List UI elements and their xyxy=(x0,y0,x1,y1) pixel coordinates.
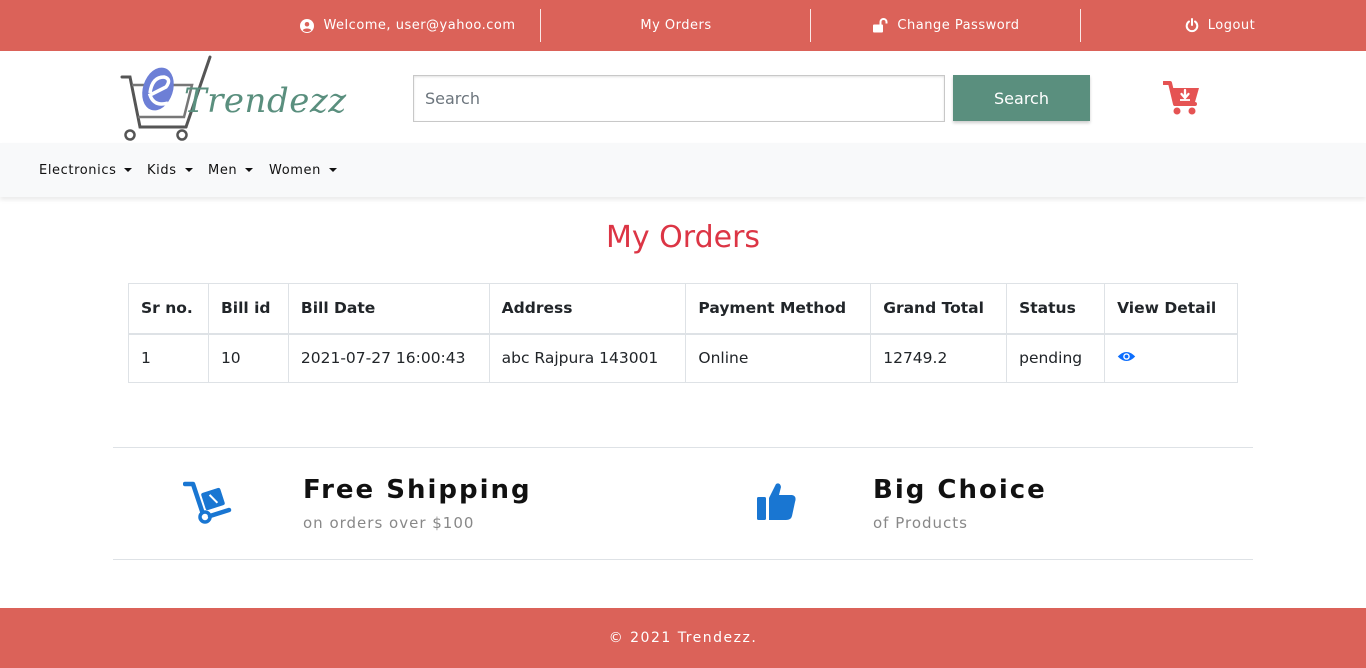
cell-view-detail xyxy=(1104,333,1238,383)
cell-status: pending xyxy=(1006,333,1106,383)
welcome-label: Welcome, user@yahoo.com xyxy=(323,18,516,33)
nav-electronics-label: Electronics xyxy=(39,162,117,178)
eye-icon[interactable] xyxy=(1117,350,1136,363)
page-title: My Orders xyxy=(605,220,761,255)
feature-title: Big Choice xyxy=(873,475,1047,505)
unlock-icon xyxy=(872,18,888,33)
category-nav: Electronics Kids Men Women xyxy=(0,143,1366,197)
table-row: 1 10 2021-07-27 16:00:43 abc Rajpura 143… xyxy=(128,333,1238,383)
site-logo[interactable]: Trendezz xyxy=(120,55,346,143)
column-header: Address xyxy=(488,283,687,335)
caret-down-icon xyxy=(245,168,254,172)
top-separator xyxy=(1080,9,1081,42)
column-header: Bill Date xyxy=(287,283,490,335)
caret-down-icon xyxy=(328,168,337,172)
orders-table: Sr no. Bill id Bill Date Address Payment… xyxy=(128,283,1238,383)
feature-subtitle: on orders over $100 xyxy=(303,514,475,532)
cell-bill-date: 2021-07-27 16:00:43 xyxy=(287,333,490,383)
search-input[interactable] xyxy=(413,75,945,122)
logout-label: Logout xyxy=(1207,18,1256,33)
nav-men[interactable]: Men xyxy=(208,143,254,197)
nav-kids-label: Kids xyxy=(147,162,177,178)
cell-bill-id: 10 xyxy=(207,333,289,383)
column-header: Status xyxy=(1006,283,1106,335)
features-section: Free Shipping on orders over $100 Big Ch… xyxy=(113,447,1253,560)
top-bar: Welcome, user@yahoo.com My Orders Change… xyxy=(0,0,1366,51)
my-orders-label: My Orders xyxy=(640,18,712,33)
table-header-row: Sr no. Bill id Bill Date Address Payment… xyxy=(128,283,1238,335)
cart-download-icon[interactable] xyxy=(1162,80,1201,116)
search-button[interactable]: Search xyxy=(953,75,1090,121)
logo-text: Trendezz xyxy=(184,81,347,121)
cell-payment-method: Online xyxy=(685,333,872,383)
change-password-link[interactable]: Change Password xyxy=(811,0,1081,51)
feature-title: Free Shipping xyxy=(303,475,532,505)
caret-down-icon xyxy=(184,168,193,172)
column-header: Payment Method xyxy=(685,283,872,335)
thumbs-up-icon xyxy=(756,480,798,526)
cell-sr-no: 1 xyxy=(128,333,209,383)
nav-electronics[interactable]: Electronics xyxy=(39,143,133,197)
nav-kids[interactable]: Kids xyxy=(147,143,193,197)
nav-women[interactable]: Women xyxy=(269,143,337,197)
change-password-label: Change Password xyxy=(897,18,1020,33)
power-icon xyxy=(1185,18,1199,33)
user-circle-icon xyxy=(300,18,315,33)
footer-copyright: © 2021 Trendezz. xyxy=(608,630,758,646)
caret-down-icon xyxy=(124,168,133,172)
logout-link[interactable]: Logout xyxy=(1170,0,1270,51)
feature-subtitle: of Products xyxy=(873,514,968,532)
welcome-link[interactable]: Welcome, user@yahoo.com xyxy=(290,0,526,51)
cell-grand-total: 12749.2 xyxy=(870,333,1008,383)
my-orders-link[interactable]: My Orders xyxy=(541,0,811,51)
cell-address: abc Rajpura 143001 xyxy=(488,333,687,383)
nav-men-label: Men xyxy=(208,162,238,178)
nav-women-label: Women xyxy=(269,162,321,178)
site-footer: © 2021 Trendezz. xyxy=(0,608,1366,668)
column-header: Sr no. xyxy=(128,283,209,335)
hand-truck-icon xyxy=(182,480,233,528)
site-header: Trendezz Search xyxy=(0,51,1366,143)
column-header: Grand Total xyxy=(870,283,1008,335)
column-header: Bill id xyxy=(207,283,289,335)
column-header: View Detail xyxy=(1104,283,1238,335)
